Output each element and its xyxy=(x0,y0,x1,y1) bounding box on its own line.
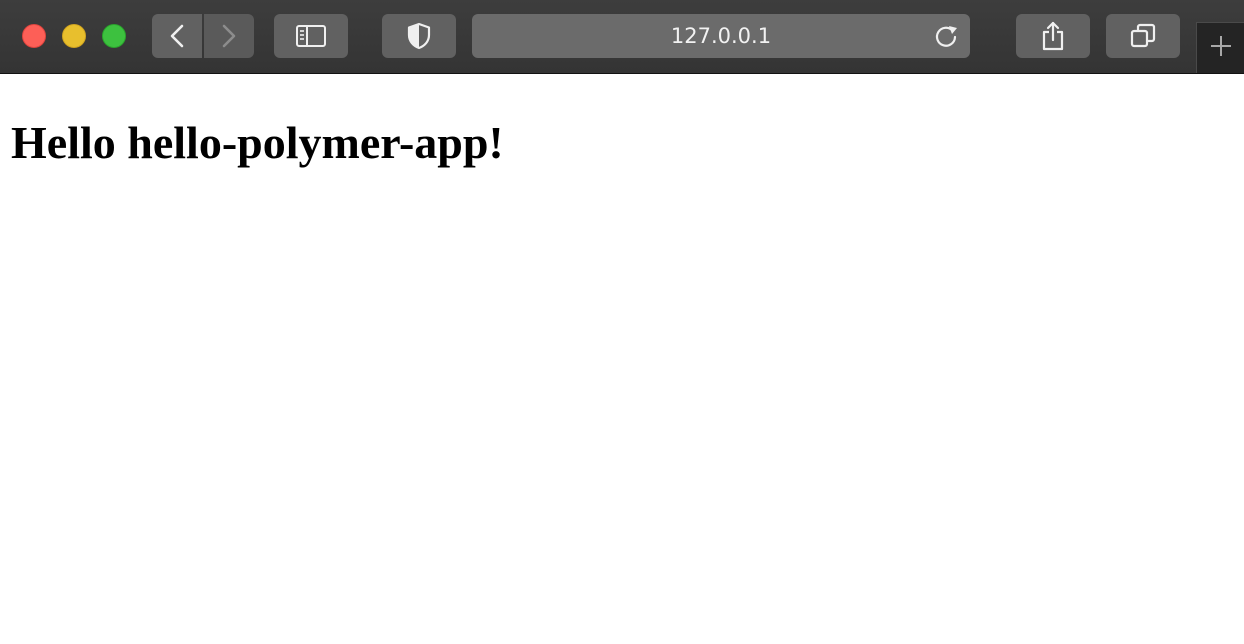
close-window-button[interactable] xyxy=(22,24,46,48)
forward-button[interactable] xyxy=(204,14,254,58)
tab-overview-icon xyxy=(1130,23,1156,49)
tab-overview-button[interactable] xyxy=(1106,14,1180,58)
share-button[interactable] xyxy=(1016,14,1090,58)
zoom-window-button[interactable] xyxy=(102,24,126,48)
reload-icon xyxy=(932,26,960,55)
address-bar[interactable]: 127.0.0.1 xyxy=(472,14,970,58)
shield-icon xyxy=(407,22,431,50)
reload-button[interactable] xyxy=(932,23,960,51)
chevron-right-icon xyxy=(222,24,236,48)
plus-icon xyxy=(1209,34,1233,63)
privacy-report-button[interactable] xyxy=(382,14,456,58)
browser-window: 127.0.0.1 Hello hello-polymer-app! xyxy=(0,0,1244,644)
sidebar-icon xyxy=(296,25,326,47)
browser-toolbar: 127.0.0.1 xyxy=(0,0,1244,74)
url-text: 127.0.0.1 xyxy=(670,24,772,48)
page-content: Hello hello-polymer-app! xyxy=(0,74,1244,644)
share-icon xyxy=(1041,21,1065,51)
page-heading: Hello hello-polymer-app! xyxy=(11,117,504,168)
new-tab-button[interactable] xyxy=(1196,22,1244,73)
sidebar-toggle-button[interactable] xyxy=(274,14,348,58)
minimize-window-button[interactable] xyxy=(62,24,86,48)
chevron-left-icon xyxy=(170,24,184,48)
back-button[interactable] xyxy=(152,14,202,58)
